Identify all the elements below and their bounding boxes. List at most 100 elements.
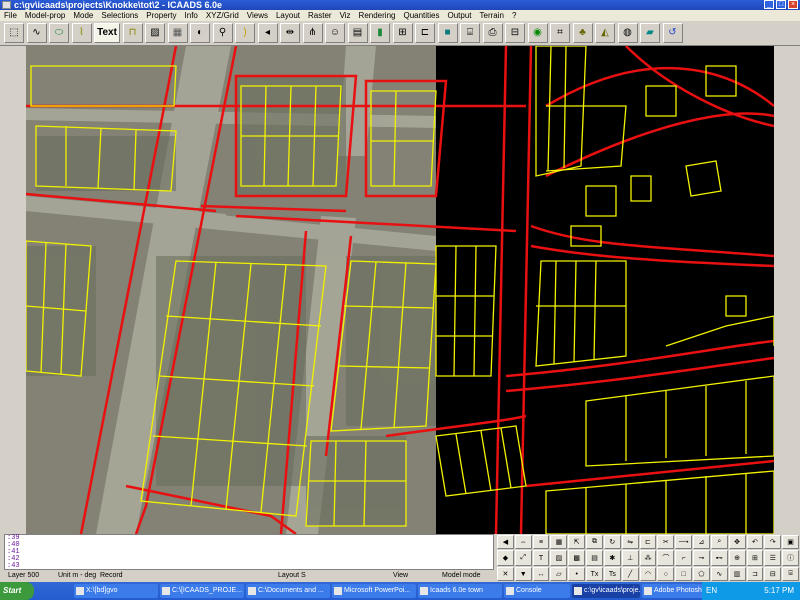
- drawing-canvas[interactable]: [26, 46, 774, 534]
- map-tool-icon[interactable]: ⌗: [550, 23, 570, 43]
- palette-line-icon[interactable]: ╱: [621, 567, 639, 581]
- palette-door-icon[interactable]: ⊐: [746, 567, 764, 581]
- palette-block-icon[interactable]: ▤: [586, 550, 603, 566]
- menu-rendering[interactable]: Rendering: [355, 10, 400, 21]
- menu-output[interactable]: Output: [444, 10, 476, 21]
- start-button[interactable]: Start: [0, 582, 34, 600]
- close-button[interactable]: ×: [788, 0, 798, 9]
- palette-explode-icon[interactable]: ✱: [603, 550, 621, 566]
- menu-xyz-grid[interactable]: XYZ/Grid: [202, 10, 243, 21]
- menu-property[interactable]: Property: [142, 10, 180, 21]
- palette-pan-icon[interactable]: ✥: [728, 535, 746, 549]
- command-history[interactable]: :39 :40 :41 :42 :43: [4, 534, 494, 570]
- arrow-tool-icon[interactable]: ◂: [257, 23, 278, 43]
- terrain-tool-icon[interactable]: ◭: [595, 23, 615, 43]
- text-tool-button[interactable]: Text: [94, 23, 120, 43]
- palette-trim-icon[interactable]: ✂: [657, 535, 675, 549]
- hatch-tool-icon[interactable]: ▨: [145, 23, 165, 43]
- palette-hatch-icon[interactable]: ▨: [550, 550, 568, 566]
- palette-circle-icon[interactable]: ○: [657, 567, 675, 581]
- taskbar-item[interactable]: Console: [504, 584, 570, 598]
- palette-align-icon[interactable]: ⊥: [621, 550, 639, 566]
- palette-grid-icon[interactable]: ▦: [550, 535, 568, 549]
- palette-layer-icon[interactable]: ≡: [532, 535, 550, 549]
- sphere-tool-icon[interactable]: ◍: [617, 23, 638, 43]
- taskbar-item[interactable]: Icaads 6.0e town: [418, 584, 502, 598]
- vertical-scrollbar[interactable]: [774, 46, 800, 534]
- palette-measure-icon[interactable]: ⊿: [693, 535, 710, 549]
- palette-move-icon[interactable]: ⇔: [514, 535, 532, 549]
- palette-area-icon[interactable]: ▱: [550, 567, 568, 581]
- freeform-tool-icon[interactable]: ⌇: [71, 23, 92, 43]
- menu-viz[interactable]: Viz: [336, 10, 355, 21]
- arc-tool-icon[interactable]: ): [235, 23, 255, 43]
- taskbar-item[interactable]: Microsoft PowerPoi...: [332, 584, 416, 598]
- menu-help[interactable]: ?: [508, 10, 520, 21]
- polyline-tool-icon[interactable]: ∿: [26, 23, 47, 43]
- palette-fillet-icon[interactable]: ⌒: [657, 550, 675, 566]
- menu-model-prop[interactable]: Model-prop: [21, 10, 69, 21]
- menu-quantities[interactable]: Quantities: [399, 10, 443, 21]
- palette-undo-icon[interactable]: ↶: [746, 535, 764, 549]
- pin-tool-icon[interactable]: ⚲: [212, 23, 233, 43]
- minimize-button[interactable]: _: [764, 0, 774, 9]
- palette-rect-icon[interactable]: □: [675, 567, 693, 581]
- taskbar-item[interactable]: X:\[bd]gvo: [74, 584, 158, 598]
- stair-tool-icon[interactable]: ⌸: [460, 23, 480, 43]
- fill-tool-icon[interactable]: ▦: [167, 23, 188, 43]
- palette-scale-icon[interactable]: ⇱: [568, 535, 586, 549]
- palette-poly-icon[interactable]: ⬠: [693, 567, 710, 581]
- taskbar-item[interactable]: C:\Documents and ...: [246, 584, 330, 598]
- palette-stair-icon[interactable]: ⌸: [782, 567, 799, 581]
- taskbar-item[interactable]: c:\gv\icaads\proje...: [572, 584, 640, 598]
- palette-arrow-icon[interactable]: ◀: [497, 535, 514, 549]
- palette-arc-icon[interactable]: ◠: [639, 567, 657, 581]
- palette-text-icon[interactable]: T: [532, 550, 550, 566]
- palette-redo-icon[interactable]: ↷: [764, 535, 782, 549]
- palette-fill-icon[interactable]: ▩: [568, 550, 586, 566]
- window-tool-icon[interactable]: ⊞: [392, 23, 413, 43]
- measure-tool-icon[interactable]: ⇹: [280, 23, 300, 43]
- menu-mode[interactable]: Mode: [69, 10, 97, 21]
- menu-info[interactable]: Info: [181, 10, 202, 21]
- palette-break-icon[interactable]: ⊸: [693, 550, 710, 566]
- palette-stretch-icon[interactable]: ⤢: [514, 550, 532, 566]
- menu-layout[interactable]: Layout: [272, 10, 304, 21]
- select-tool-icon[interactable]: ⬚: [4, 23, 24, 43]
- palette-style-icon[interactable]: Ts: [603, 567, 621, 581]
- taskbar-item[interactable]: C:\[ICAADS_PROJE...: [160, 584, 244, 598]
- plane-tool-icon[interactable]: ▰: [640, 23, 660, 43]
- palette-color-icon[interactable]: ▣: [782, 535, 799, 549]
- curve-tool-icon[interactable]: ◐: [190, 23, 210, 43]
- maximize-button[interactable]: □: [776, 0, 786, 9]
- language-indicator[interactable]: EN: [706, 582, 717, 600]
- clock[interactable]: 5:17 PM: [764, 586, 794, 595]
- palette-array-icon[interactable]: ⁂: [639, 550, 657, 566]
- wall-tool-icon[interactable]: ▤: [347, 23, 368, 43]
- palette-properties-icon[interactable]: ☰: [764, 550, 782, 566]
- menu-terrain[interactable]: Terrain: [476, 10, 508, 21]
- palette-zoom-icon[interactable]: ⌕: [710, 535, 728, 549]
- palette-point-icon[interactable]: •: [568, 567, 586, 581]
- palette-down-icon[interactable]: ▼: [514, 567, 532, 581]
- palette-text-edit-icon[interactable]: Tx: [586, 567, 603, 581]
- palette-info-icon[interactable]: ⓘ: [782, 550, 799, 566]
- dot-tool-icon[interactable]: ◉: [527, 23, 548, 43]
- palette-ortho-icon[interactable]: ⊞: [746, 550, 764, 566]
- menu-raster[interactable]: Raster: [304, 10, 336, 21]
- palette-dim-icon[interactable]: ↔: [532, 567, 550, 581]
- dimension-tool-icon[interactable]: ⊓: [122, 23, 143, 43]
- palette-wall-icon[interactable]: ▥: [728, 567, 746, 581]
- door-tool-icon[interactable]: ⊏: [415, 23, 435, 43]
- ellipse-tool-icon[interactable]: ⬭: [49, 23, 69, 43]
- palette-snap-icon[interactable]: ⊕: [728, 550, 746, 566]
- palette-mirror-icon[interactable]: ⇋: [621, 535, 639, 549]
- palette-chamfer-icon[interactable]: ⌐: [675, 550, 693, 566]
- palette-mark-icon[interactable]: ✕: [497, 567, 514, 581]
- palette-join-icon[interactable]: ⊷: [710, 550, 728, 566]
- menu-views[interactable]: Views: [243, 10, 272, 21]
- palette-copy-icon[interactable]: ⧉: [586, 535, 603, 549]
- box-tool-icon[interactable]: ■: [437, 23, 458, 43]
- tree-tool-icon[interactable]: ♣: [572, 23, 593, 43]
- palette-window-icon[interactable]: ⊟: [764, 567, 782, 581]
